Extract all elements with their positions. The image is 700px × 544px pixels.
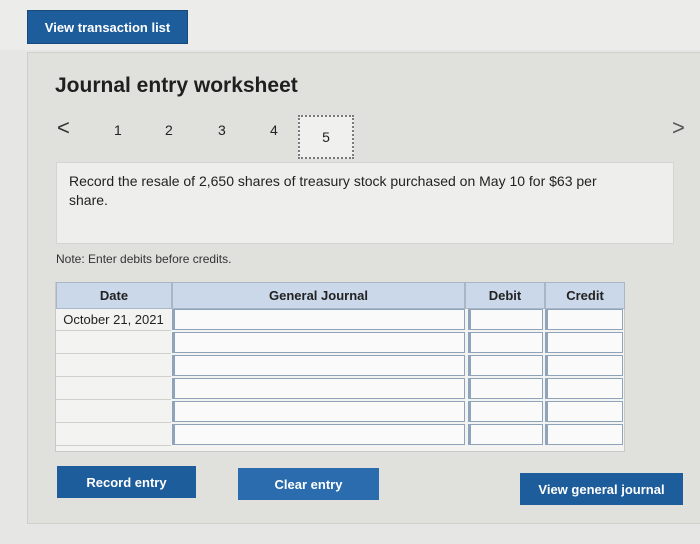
debit-input[interactable] <box>468 401 543 422</box>
account-input[interactable] <box>172 378 465 399</box>
step-2[interactable]: 2 <box>165 122 173 138</box>
credit-header: Credit <box>545 282 625 309</box>
date-cell <box>56 423 171 446</box>
step-1[interactable]: 1 <box>114 122 122 138</box>
chevron-right-icon[interactable]: > <box>672 115 685 141</box>
credit-input[interactable] <box>545 424 623 445</box>
step-3[interactable]: 3 <box>218 122 226 138</box>
note-text: Note: Enter debits before credits. <box>56 252 232 266</box>
debit-input[interactable] <box>468 309 543 330</box>
date-header: Date <box>56 282 172 309</box>
question-text: Record the resale of 2,650 shares of tre… <box>69 173 597 208</box>
account-input[interactable] <box>172 401 465 422</box>
credit-input[interactable] <box>545 401 623 422</box>
account-input[interactable] <box>172 355 465 376</box>
debit-input[interactable] <box>468 332 543 353</box>
credit-input[interactable] <box>545 332 623 353</box>
step-5-active[interactable]: 5 <box>298 115 354 159</box>
date-cell: October 21, 2021 <box>56 308 171 331</box>
general-journal-header: General Journal <box>172 282 465 309</box>
credit-input[interactable] <box>545 378 623 399</box>
debit-input[interactable] <box>468 424 543 445</box>
date-cell <box>56 400 171 423</box>
view-general-journal-button[interactable]: View general journal <box>520 473 683 505</box>
debit-input[interactable] <box>468 355 543 376</box>
date-cell <box>56 331 171 354</box>
account-input[interactable] <box>172 424 465 445</box>
record-entry-button[interactable]: Record entry <box>57 466 196 498</box>
credit-input[interactable] <box>545 355 623 376</box>
debit-input[interactable] <box>468 378 543 399</box>
chevron-left-icon[interactable]: < <box>57 115 70 141</box>
clear-entry-button[interactable]: Clear entry <box>238 468 379 500</box>
date-cell <box>56 377 171 400</box>
view-transaction-list-button[interactable]: View transaction list <box>27 10 188 44</box>
debit-header: Debit <box>465 282 545 309</box>
page-title: Journal entry worksheet <box>55 74 298 97</box>
account-input[interactable] <box>172 332 465 353</box>
date-cell <box>56 354 171 377</box>
step-4[interactable]: 4 <box>270 122 278 138</box>
account-input[interactable] <box>172 309 465 330</box>
credit-input[interactable] <box>545 309 623 330</box>
